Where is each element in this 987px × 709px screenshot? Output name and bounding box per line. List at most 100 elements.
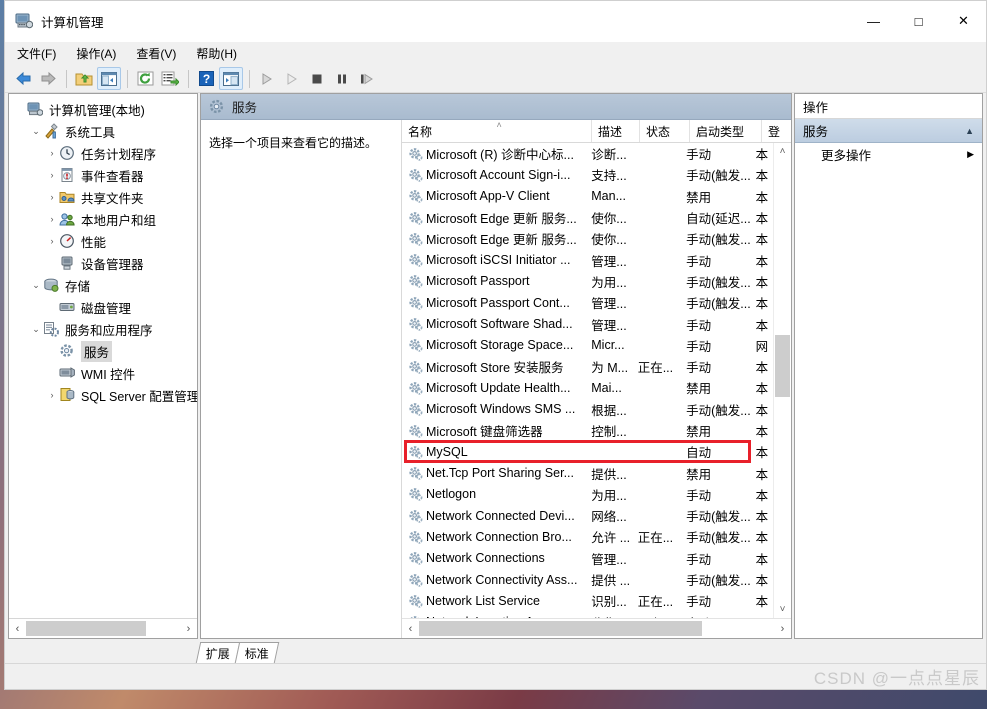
description-placeholder-text: 选择一个项目来查看它的描述。 <box>209 136 378 150</box>
tree-item-存储[interactable]: ⌄ 存储 <box>9 274 197 296</box>
tree-hscroll-thumb[interactable] <box>26 621 146 636</box>
service-row[interactable]: Microsoft 键盘筛选器 控制... 禁用 本 <box>402 420 773 441</box>
expand-chevron-right-icon[interactable]: › <box>45 236 59 246</box>
tree-item-label: 共享文件夹 <box>81 191 144 206</box>
service-row[interactable]: Microsoft Store 安装服务 为 M... 正在... 手动 本 <box>402 356 773 377</box>
expand-collapse-chevron-down-icon[interactable]: ⌄ <box>29 324 43 335</box>
service-row[interactable]: Microsoft Edge 更新 服务... 使你... 手动(触发... 本 <box>402 228 773 249</box>
menu-view[interactable]: 查看(V) <box>136 43 187 64</box>
vscroll-thumb[interactable] <box>775 335 790 397</box>
service-row[interactable]: Microsoft (R) 诊断中心标... 诊断... 手动 本 <box>402 143 773 164</box>
service-row[interactable]: Net.Tcp Port Sharing Ser... 提供... 禁用 本 <box>402 462 773 483</box>
service-row[interactable]: Microsoft Passport 为用... 手动(触发... 本 <box>402 271 773 292</box>
restart-service-button[interactable] <box>355 67 379 90</box>
service-row[interactable]: Network List Service 识别... 正在... 手动 本 <box>402 590 773 611</box>
service-row[interactable]: Microsoft iSCSI Initiator ... 管理... 手动 本 <box>402 249 773 270</box>
service-row[interactable]: Network Connectivity Ass... 提供 ... 手动(触发..… <box>402 569 773 590</box>
expand-chevron-right-icon[interactable]: › <box>45 214 59 224</box>
service-row[interactable]: Network Connected Devi... 网络... 手动(触发... 本 <box>402 505 773 526</box>
tree-hscroll-track[interactable] <box>26 620 180 637</box>
service-row[interactable]: Microsoft Edge 更新 服务... 使你... 自动(延迟... 本 <box>402 207 773 228</box>
start-service-button[interactable] <box>255 67 279 90</box>
tree-item-系统工具[interactable]: ⌄ 系统工具 <box>9 120 197 142</box>
vscroll-track[interactable] <box>774 160 791 601</box>
expand-chevron-right-icon[interactable]: › <box>45 192 59 202</box>
service-row[interactable]: Microsoft Software Shad... 管理... 手动 本 <box>402 313 773 334</box>
service-row[interactable]: Microsoft Windows SMS ... 根据... 手动(触发... 本 <box>402 399 773 420</box>
service-row[interactable]: Netlogon 为用... 手动 本 <box>402 484 773 505</box>
service-row[interactable]: Microsoft Storage Space... Micr... 手动 网 <box>402 335 773 356</box>
tree-scroll-left-icon[interactable]: ‹ <box>9 620 26 637</box>
tree-item-服务和应用程序[interactable]: ⌄ 服务和应用程序 <box>9 318 197 340</box>
menu-action[interactable]: 操作(A) <box>76 43 127 64</box>
scroll-up-icon[interactable]: ˄ <box>774 143 791 160</box>
list-hscroll-track[interactable] <box>419 620 774 637</box>
close-button[interactable]: ✕ <box>941 1 986 41</box>
collapse-chevron-icon[interactable]: ▲ <box>965 126 974 136</box>
tree-scroll-right-icon[interactable]: › <box>180 620 197 637</box>
service-row[interactable]: Microsoft Account Sign-i... 支持... 手动(触发...… <box>402 164 773 185</box>
tree-item-WMI控件[interactable]: WMI 控件 <box>9 362 197 384</box>
tree-item-磁盘管理[interactable]: 磁盘管理 <box>9 296 197 318</box>
services-list-rows[interactable]: Microsoft (R) 诊断中心标... 诊断... 手动本 Microsoft … <box>402 143 773 618</box>
column-header-name[interactable]: 名称 ˄ <box>402 120 592 142</box>
expand-chevron-right-icon[interactable]: › <box>45 148 59 158</box>
service-logon-as-cell: 本 <box>755 446 769 461</box>
resume-service-button[interactable] <box>280 67 304 90</box>
service-row[interactable]: Network Connection Bro... 允许 ... 正在... 手动(触… <box>402 526 773 547</box>
scroll-down-icon[interactable]: ˅ <box>774 601 791 618</box>
pause-service-button[interactable] <box>330 67 354 90</box>
list-scroll-right-icon[interactable]: › <box>774 620 791 637</box>
menu-help[interactable]: 帮助(H) <box>196 43 248 64</box>
device-manager-icon <box>59 255 77 271</box>
tree-item-设备管理器[interactable]: 设备管理器 <box>9 252 197 274</box>
column-header-description[interactable]: 描述 <box>592 120 640 142</box>
services-list-header[interactable]: 名称 ˄ 描述 状态 启动类型 登 <box>402 120 791 143</box>
service-description-cell: 为用... <box>591 275 627 290</box>
folder-up-button[interactable] <box>72 67 96 90</box>
stop-service-button[interactable] <box>305 67 329 90</box>
tree-item-任务计划程序[interactable]: › 任务计划程序 <box>9 142 197 164</box>
service-row[interactable]: Network Connections 管理... 手动 本 <box>402 548 773 569</box>
help-button[interactable]: ? <box>194 67 218 90</box>
tree-item-计算机管理本地[interactable]: 计算机管理(本地) <box>9 98 197 120</box>
tree-item-SQLServer配置管理器[interactable]: › SQL Server 配置管理器 <box>9 384 197 406</box>
expand-chevron-right-icon[interactable]: › <box>45 170 59 180</box>
services-horizontal-scrollbar[interactable]: ‹ › <box>402 618 791 638</box>
refresh-button[interactable] <box>133 67 157 90</box>
export-list-button[interactable] <box>158 67 182 90</box>
service-row[interactable]: Microsoft App-V Client Man... 禁用 本 <box>402 186 773 207</box>
menu-file[interactable]: 文件(F) <box>17 43 67 64</box>
show-tree-button[interactable] <box>97 67 121 90</box>
expand-chevron-right-icon[interactable]: › <box>45 390 59 400</box>
back-button[interactable] <box>11 67 35 90</box>
list-hscroll-thumb[interactable] <box>419 621 702 636</box>
maximize-button[interactable]: □ <box>896 1 941 41</box>
column-header-startup_type[interactable]: 启动类型 <box>690 120 762 142</box>
tree-item-共享文件夹[interactable]: › 共享文件夹 <box>9 186 197 208</box>
expand-collapse-chevron-down-icon[interactable]: ⌄ <box>29 280 43 291</box>
tree-item-本地用户和组[interactable]: › 本地用户和组 <box>9 208 197 230</box>
actions-group-services[interactable]: 服务 ▲ <box>795 119 982 143</box>
column-header-log_on_as[interactable]: 登 <box>762 120 786 142</box>
forward-button[interactable] <box>36 67 60 90</box>
list-scroll-left-icon[interactable]: ‹ <box>402 620 419 637</box>
properties-button[interactable] <box>219 67 243 90</box>
expand-collapse-chevron-down-icon[interactable]: ⌄ <box>29 126 43 137</box>
action-more-actions[interactable]: 更多操作 ▶ <box>795 143 982 165</box>
column-header-status[interactable]: 状态 <box>640 120 690 142</box>
services-vertical-scrollbar[interactable]: ˄ ˅ <box>773 143 791 618</box>
service-row[interactable]: Network Location Aware... 收集...正在...自动网 <box>402 612 773 618</box>
minimize-button[interactable]: — <box>851 1 896 41</box>
service-name-cell: Microsoft Store 安装服务 <box>402 357 585 376</box>
tab-standard[interactable]: 标准 <box>234 642 280 663</box>
tree-horizontal-scrollbar[interactable]: ‹ › <box>9 618 197 638</box>
console-tree[interactable]: 计算机管理(本地) ⌄ 系统工具 › 任务计划程序 › 事件查看器 › 共享文件夹 › 本地用户和组… <box>9 94 197 618</box>
tree-item-事件查看器[interactable]: › 事件查看器 <box>9 164 197 186</box>
service-row[interactable]: Microsoft Passport Cont... 管理... 手动(触发... 本 <box>402 292 773 313</box>
service-row[interactable]: Microsoft Update Health... Mai... 禁用 本 <box>402 377 773 398</box>
tree-item-服务[interactable]: 服务 <box>9 340 197 362</box>
service-row[interactable]: MySQL 自动 本 <box>402 441 773 462</box>
tab-extended[interactable]: 扩展 <box>195 642 241 663</box>
tree-item-性能[interactable]: › 性能 <box>9 230 197 252</box>
